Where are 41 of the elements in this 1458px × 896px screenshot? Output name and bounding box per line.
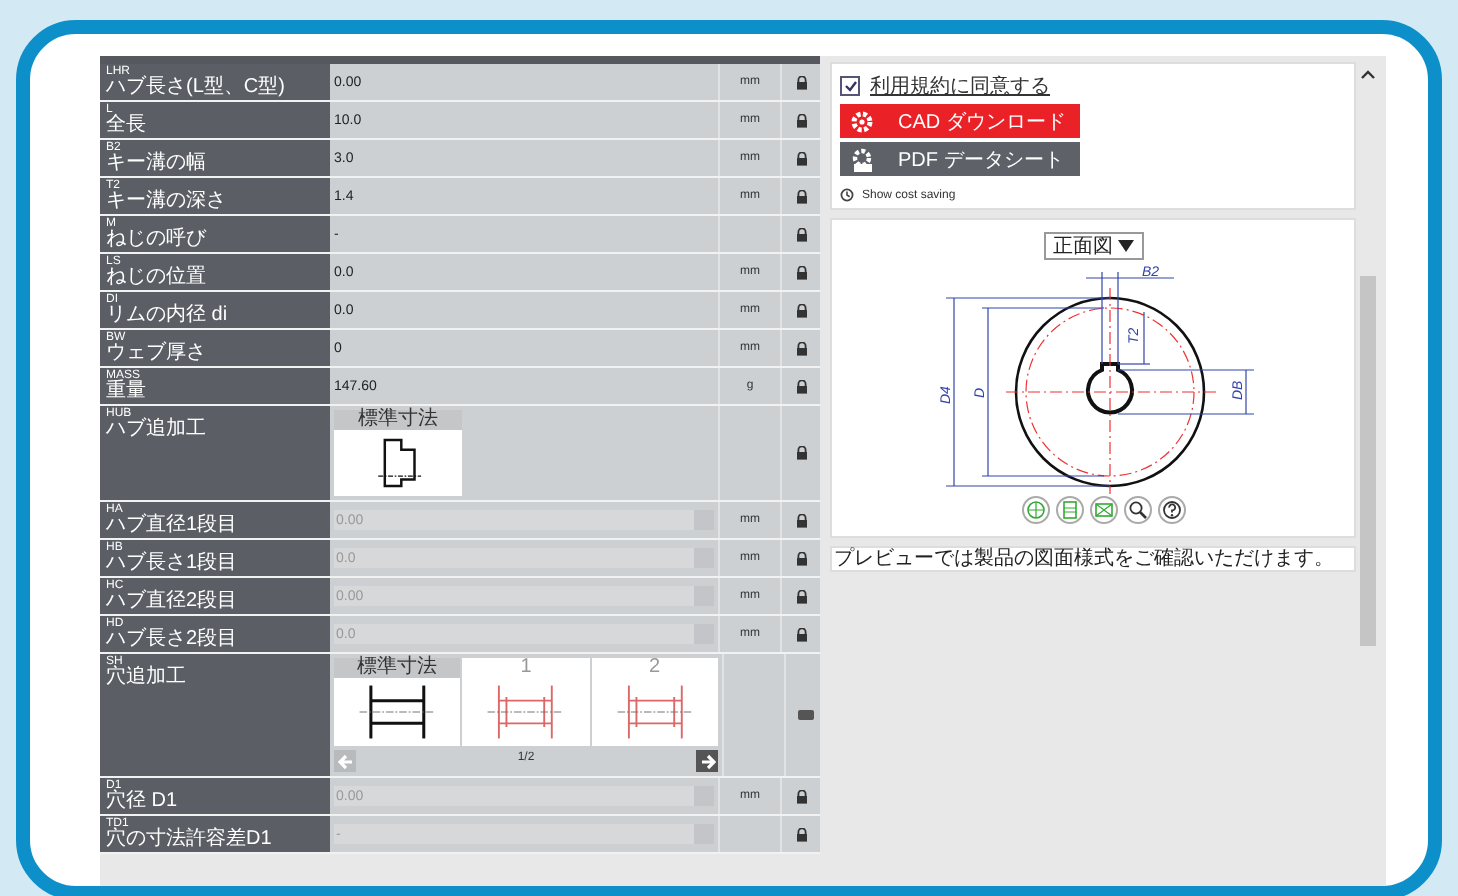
lock-icon[interactable] — [795, 227, 807, 241]
hole-option-thumbnail[interactable]: 1 — [462, 658, 590, 746]
lock-icon[interactable] — [795, 75, 807, 89]
front-view-button[interactable] — [1021, 496, 1049, 524]
scroll-up-icon[interactable] — [1360, 68, 1376, 80]
cad-download-button[interactable]: CAD ダウンロード — [840, 104, 1080, 138]
lock-icon[interactable] — [795, 379, 807, 393]
crosshair-icon — [1025, 500, 1045, 520]
lock-icon[interactable] — [795, 151, 807, 165]
lock-icon[interactable] — [795, 265, 807, 279]
lock-icon[interactable] — [795, 113, 807, 127]
clock-icon — [840, 188, 854, 202]
lock-icon[interactable] — [795, 789, 807, 803]
terms-link[interactable]: 利用規約に同意する — [870, 72, 1050, 100]
hole-option-thumbnail[interactable]: 2 — [591, 658, 718, 746]
preview-note: プレビューでは製品の図面様式をご確認いただけます。 — [830, 546, 1356, 572]
agree-checkbox[interactable] — [840, 76, 860, 96]
help-button[interactable] — [1157, 496, 1185, 524]
view-dropdown[interactable]: 正面図 — [1043, 232, 1143, 260]
help-icon — [1161, 500, 1181, 520]
lock-icon[interactable] — [795, 589, 807, 603]
lock-icon[interactable] — [795, 627, 807, 641]
striped-box-icon — [1059, 500, 1079, 520]
lock-icon[interactable] — [795, 303, 807, 317]
gear-icon — [850, 109, 878, 133]
lock-icon[interactable] — [795, 341, 807, 355]
lock-icon[interactable] — [795, 189, 807, 203]
next-button[interactable] — [696, 750, 718, 772]
lock-icon[interactable] — [795, 551, 807, 565]
lock-icon[interactable] — [795, 446, 807, 460]
search-icon — [1127, 500, 1147, 520]
gear-document-icon — [850, 147, 878, 171]
lock-icon[interactable] — [795, 513, 807, 527]
caret-icon — [1117, 240, 1133, 252]
hourglass-box-icon — [1093, 500, 1113, 520]
zoom-button[interactable] — [1123, 496, 1151, 524]
lock-icon[interactable] — [795, 827, 807, 841]
pdf-datasheet-button[interactable]: PDF データシート — [840, 142, 1080, 176]
hub-option-thumbnail[interactable]: 標準寸法 — [334, 410, 462, 496]
hole-option-thumbnail[interactable]: 標準寸法 — [334, 658, 461, 746]
bar-icon[interactable] — [797, 710, 813, 720]
